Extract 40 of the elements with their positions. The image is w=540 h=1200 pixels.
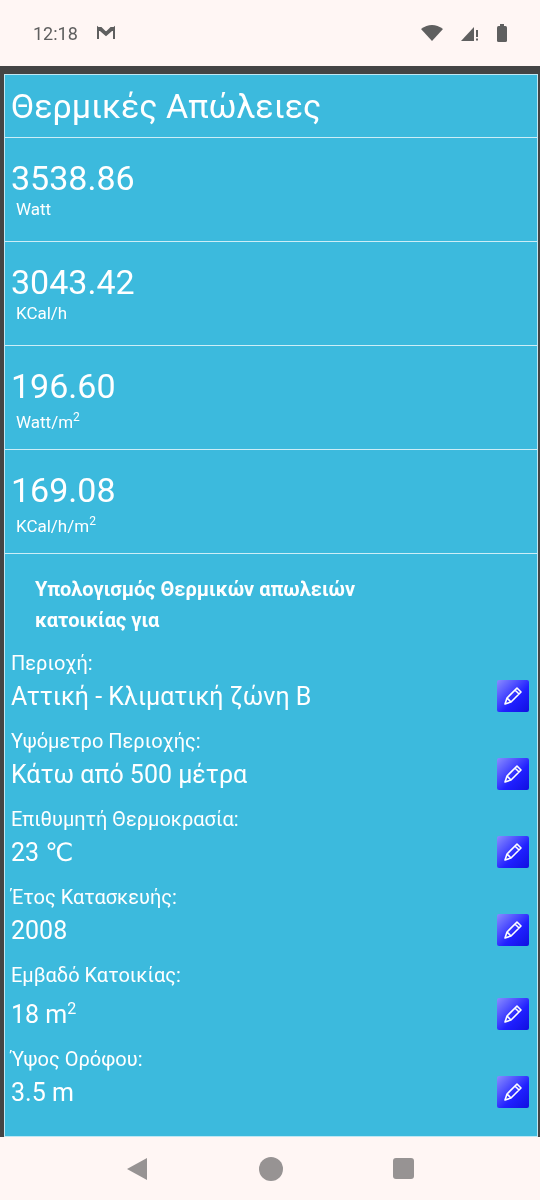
parameter-label: Ύψος Ορόφου:	[11, 1046, 144, 1074]
result-unit: KCal/h	[16, 303, 68, 323]
result-unit: Watt	[16, 199, 52, 219]
pencil-icon	[501, 684, 525, 708]
parameter-value: 3.5 m	[11, 1078, 74, 1108]
parameter-label: Επιθυμητή Θερμοκρασία:	[11, 806, 240, 833]
mail-icon	[95, 25, 116, 41]
edit-button[interactable]	[497, 998, 529, 1031]
back-icon[interactable]	[126, 1156, 149, 1181]
result-value: 3538.86	[11, 158, 136, 198]
result-value: 196.60	[11, 366, 117, 406]
edit-button[interactable]	[497, 758, 529, 790]
edit-button[interactable]	[497, 914, 529, 946]
parameter-label: Υψόμετρο Περιοχής:	[11, 728, 202, 755]
edit-button[interactable]	[497, 836, 529, 868]
result-value: 3043.42	[11, 262, 136, 302]
home-icon[interactable]	[258, 1156, 283, 1181]
wifi-icon	[421, 25, 443, 41]
parameter-label: Περιοχή:	[11, 650, 94, 677]
clock: 12:18	[33, 22, 78, 44]
pencil-icon	[501, 918, 525, 942]
parameter-value: 18 m$^{2}$	[11, 1000, 77, 1030]
parameter-value: Αττική - Κλιματική ζώνη Β	[11, 682, 312, 711]
edit-button[interactable]	[497, 680, 529, 712]
section-heading: Υπολογισμός Θερμικών απωλειών κατοικίας για	[34, 576, 357, 634]
parameter-label: Έτος Κατασκευής:	[11, 884, 178, 911]
parameter-value: 23 ℃	[11, 838, 74, 867]
edit-button[interactable]	[497, 1076, 529, 1109]
signal-icon	[461, 25, 479, 41]
page-title: Θερμικές Απώλειες	[11, 86, 322, 126]
parameter-value: Κάτω από 500 μέτρα	[11, 760, 248, 789]
pencil-icon	[501, 762, 525, 786]
pencil-icon	[501, 840, 525, 864]
parameter-value: 2008	[11, 916, 68, 945]
result-unit: KCal/h/m$^{2}$	[16, 515, 96, 536]
battery-icon	[497, 24, 507, 42]
result-unit: Watt/m$^{2}$	[16, 411, 80, 432]
result-value: 169.08	[11, 470, 117, 510]
recents-icon[interactable]	[392, 1158, 414, 1179]
parameter-label: Εμβαδό Κατοικίας:	[11, 962, 182, 989]
